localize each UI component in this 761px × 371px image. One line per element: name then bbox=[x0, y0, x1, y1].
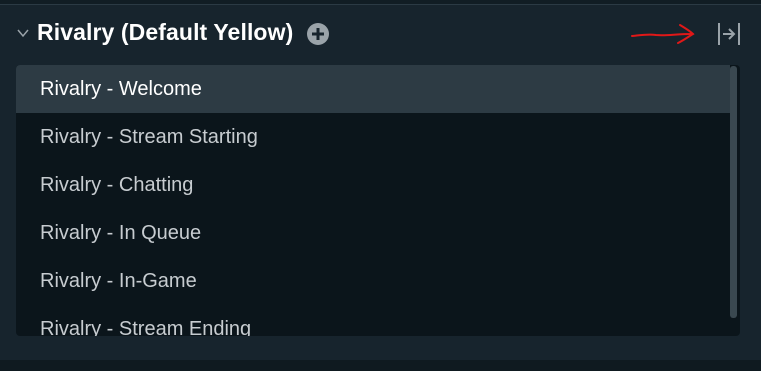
chevron-down-icon[interactable] bbox=[16, 26, 30, 40]
scene-item-in-queue[interactable]: Rivalry - In Queue bbox=[16, 209, 730, 257]
scene-list-scrollbar[interactable] bbox=[728, 66, 738, 318]
scene-item-stream-ending[interactable]: Rivalry - Stream Ending bbox=[16, 305, 730, 336]
scene-collection-title[interactable]: Rivalry (Default Yellow) bbox=[37, 19, 293, 46]
red-arrow-annotation bbox=[630, 18, 696, 48]
scene-item-stream-starting[interactable]: Rivalry - Stream Starting bbox=[16, 113, 730, 161]
bottom-panel-edge bbox=[0, 360, 761, 371]
scene-collection-header: Rivalry (Default Yellow) bbox=[0, 12, 761, 56]
scrollbar-thumb[interactable] bbox=[730, 66, 737, 318]
collapse-right-icon bbox=[718, 23, 740, 45]
plus-circle-icon bbox=[307, 23, 329, 45]
add-scene-button[interactable] bbox=[306, 22, 330, 46]
scene-item-chatting[interactable]: Rivalry - Chatting bbox=[16, 161, 730, 209]
scene-item-in-game[interactable]: Rivalry - In-Game bbox=[16, 257, 730, 305]
top-panel-edge bbox=[0, 0, 761, 5]
collapse-panel-button[interactable] bbox=[716, 21, 742, 47]
scene-item-welcome[interactable]: Rivalry - Welcome bbox=[16, 65, 730, 113]
scene-list: Rivalry - Welcome Rivalry - Stream Start… bbox=[16, 65, 740, 336]
